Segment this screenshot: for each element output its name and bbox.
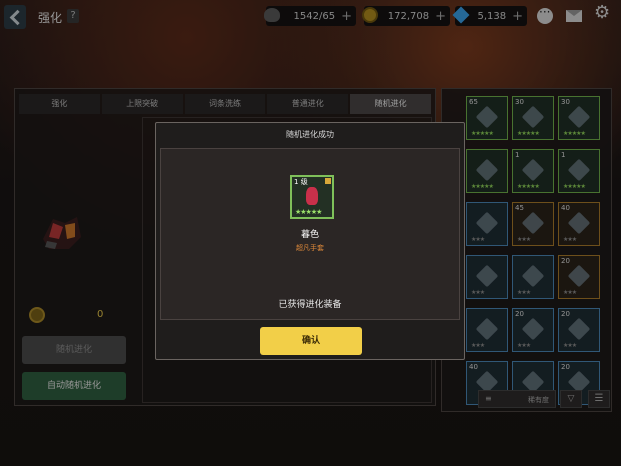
dialog-body: 1 级 ★★★★★ 暮色 超凡手套 已获得进化装备 <box>160 148 460 320</box>
reward-item-slot[interactable]: 1 级 ★★★★★ <box>290 175 334 219</box>
reward-item-name: 暮色 <box>300 230 319 240</box>
reward-item-stars: ★★★★★ <box>295 208 322 216</box>
reward-item-level: 1 级 <box>294 178 308 186</box>
dialog-title: 随机进化成功 <box>286 130 334 139</box>
evolve-success-dialog: 随机进化成功 1 级 ★★★★★ 暮色 超凡手套 已获得进化装备 确认 <box>155 122 465 360</box>
glove-icon <box>306 187 318 205</box>
corner-flag-icon <box>325 178 331 184</box>
confirm-button[interactable]: 确认 <box>260 327 362 355</box>
obtained-message: 已获得进化装备 <box>278 300 342 310</box>
reward-item-rarity: 超凡手套 <box>296 244 324 252</box>
